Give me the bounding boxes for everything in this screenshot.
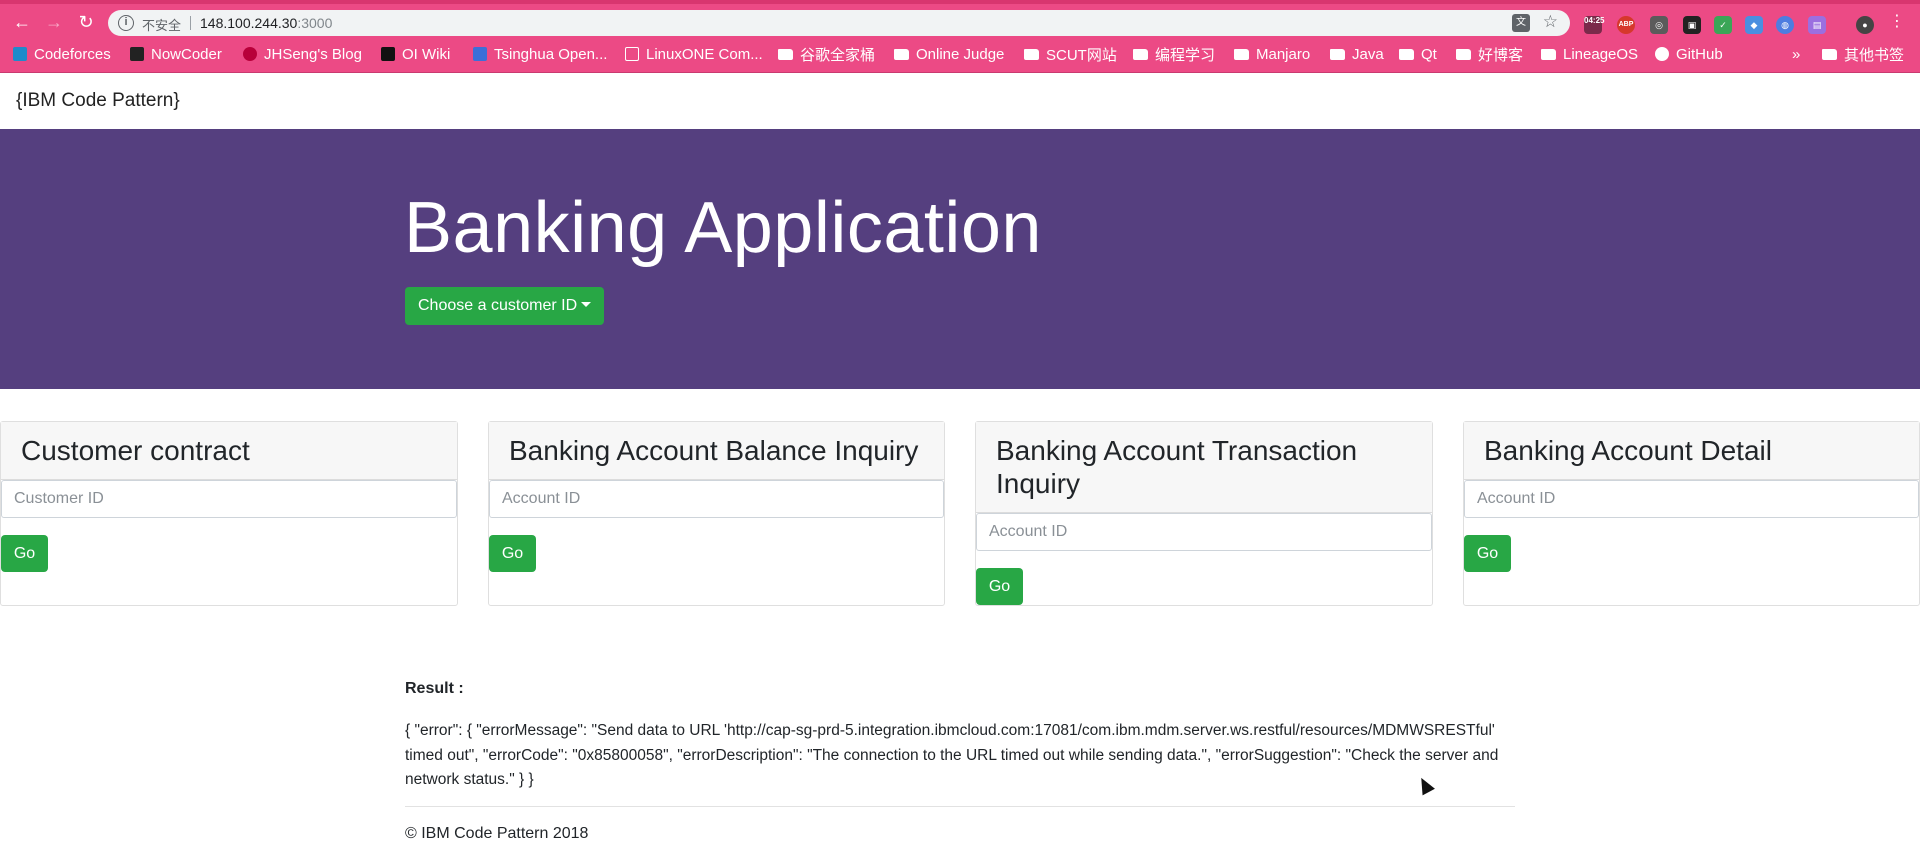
bookmark-folder[interactable]: Qt bbox=[1399, 44, 1437, 64]
browser-chrome: ← → ↻ i 不安全 148.100.244.30:3000 文 ☆ 04:2… bbox=[0, 0, 1920, 73]
customer-contract-go-button[interactable]: Go bbox=[1, 535, 48, 572]
bookmarks-bar: Codeforces NowCoder JHSeng's Blog OI Wik… bbox=[0, 42, 1920, 66]
account-detail-card: Banking Account Detail Go bbox=[1463, 421, 1920, 606]
bookmark-folder[interactable]: 谷歌全家桶 bbox=[778, 44, 875, 64]
bookmark-folder[interactable]: 编程学习 bbox=[1133, 44, 1215, 64]
folder-icon bbox=[1541, 48, 1556, 60]
folder-icon bbox=[1330, 48, 1345, 60]
shield-extension-icon[interactable]: ✓ bbox=[1714, 16, 1732, 34]
transaction-account-id-input[interactable] bbox=[976, 513, 1432, 551]
bookmark-item[interactable]: JHSeng's Blog bbox=[243, 44, 362, 64]
chrome-divider bbox=[0, 72, 1920, 73]
back-icon[interactable]: ← bbox=[10, 10, 34, 34]
page-title: Banking Application bbox=[404, 188, 1042, 268]
card-title: Banking Account Balance Inquiry bbox=[489, 422, 944, 480]
folder-icon bbox=[1133, 48, 1148, 60]
oiwiki-icon bbox=[381, 47, 395, 61]
transaction-inquiry-card: Banking Account Transaction Inquiry Go bbox=[975, 421, 1433, 606]
address-bar[interactable]: i 不安全 148.100.244.30:3000 文 ☆ bbox=[108, 10, 1570, 36]
globe-extension-icon[interactable]: ◍ bbox=[1776, 16, 1794, 34]
bookmark-folder[interactable]: LineageOS bbox=[1541, 44, 1638, 64]
card-title: Banking Account Detail bbox=[1464, 422, 1919, 480]
bookmark-item[interactable]: Tsinghua Open... bbox=[473, 44, 607, 64]
nowcoder-icon bbox=[130, 47, 144, 61]
url-text[interactable]: 148.100.244.30:3000 bbox=[200, 15, 332, 31]
folder-icon bbox=[1399, 48, 1414, 60]
card-title: Customer contract bbox=[1, 422, 457, 480]
browser-toolbar: ← → ↻ i 不安全 148.100.244.30:3000 文 ☆ 04:2… bbox=[0, 4, 1920, 40]
result-label: Result : bbox=[405, 680, 464, 697]
page-icon bbox=[625, 47, 639, 61]
dropdown-label: Choose a customer ID bbox=[418, 297, 578, 314]
customer-contract-card: Customer contract Go bbox=[0, 421, 458, 606]
footer-divider bbox=[405, 806, 1515, 807]
bookmarks-overflow-button[interactable]: » bbox=[1792, 44, 1800, 64]
bookmark-star-icon[interactable]: ☆ bbox=[1543, 12, 1558, 32]
folder-icon bbox=[1234, 48, 1249, 60]
reload-icon[interactable]: ↻ bbox=[74, 10, 98, 34]
balance-inquiry-card: Banking Account Balance Inquiry Go bbox=[488, 421, 945, 606]
bookmark-item[interactable]: LinuxONE Com... bbox=[625, 44, 763, 64]
extension-icon[interactable]: ◆ bbox=[1745, 16, 1763, 34]
folder-icon bbox=[1024, 48, 1039, 60]
footer-copyright: © IBM Code Pattern 2018 bbox=[405, 825, 589, 842]
customer-id-dropdown[interactable]: Choose a customer ID bbox=[405, 287, 604, 325]
account-detail-go-button[interactable]: Go bbox=[1464, 535, 1511, 572]
bookmark-folder[interactable]: Java bbox=[1330, 44, 1384, 64]
translate-icon[interactable]: 文 bbox=[1512, 14, 1530, 32]
bookmark-item[interactable]: OI Wiki bbox=[381, 44, 450, 64]
folder-icon bbox=[894, 48, 909, 60]
transaction-inquiry-go-button[interactable]: Go bbox=[976, 568, 1023, 605]
codeforces-icon bbox=[13, 47, 27, 61]
customer-id-input[interactable] bbox=[1, 480, 457, 518]
tsinghua-icon bbox=[473, 47, 487, 61]
folder-icon bbox=[1822, 48, 1837, 60]
caret-down-icon bbox=[581, 302, 592, 307]
security-label: 不安全 bbox=[142, 18, 182, 33]
extension-icon[interactable]: ▣ bbox=[1683, 16, 1701, 34]
hero-jumbotron: Banking Application Choose a customer ID bbox=[0, 129, 1920, 389]
bookmark-folder[interactable]: Online Judge bbox=[894, 44, 1004, 64]
other-bookmarks-folder[interactable]: 其他书签 bbox=[1822, 44, 1904, 64]
folder-icon bbox=[1456, 48, 1471, 60]
card-title: Banking Account Transaction Inquiry bbox=[976, 422, 1432, 513]
adblock-icon[interactable]: ABP bbox=[1617, 16, 1635, 34]
clock-extension-icon[interactable]: 04:25 bbox=[1584, 16, 1604, 34]
address-divider bbox=[190, 16, 191, 30]
extension-icon[interactable]: ▤ bbox=[1808, 16, 1826, 34]
folder-icon bbox=[778, 48, 793, 60]
bookmark-folder[interactable]: Manjaro bbox=[1234, 44, 1310, 64]
bookmark-item[interactable]: GitHub bbox=[1655, 44, 1723, 64]
github-icon bbox=[1655, 47, 1669, 61]
info-icon[interactable]: i bbox=[118, 15, 134, 31]
menu-icon[interactable]: ⋮ bbox=[1885, 10, 1909, 34]
bookmark-item[interactable]: NowCoder bbox=[130, 44, 222, 64]
result-output: { "error": { "errorMessage": "Send data … bbox=[405, 722, 1499, 788]
bookmark-folder[interactable]: 好博客 bbox=[1456, 44, 1523, 64]
forward-icon[interactable]: → bbox=[42, 10, 66, 34]
extension-icon[interactable]: ◎ bbox=[1650, 16, 1668, 34]
bookmark-folder[interactable]: SCUT网站 bbox=[1024, 44, 1117, 64]
detail-account-id-input[interactable] bbox=[1464, 480, 1919, 518]
balance-account-id-input[interactable] bbox=[489, 480, 944, 518]
balance-inquiry-go-button[interactable]: Go bbox=[489, 535, 536, 572]
blog-icon bbox=[243, 47, 257, 61]
bookmark-item[interactable]: Codeforces bbox=[13, 44, 111, 64]
avatar[interactable]: ● bbox=[1856, 16, 1874, 34]
navbar-brand[interactable]: {IBM Code Pattern} bbox=[16, 90, 180, 112]
